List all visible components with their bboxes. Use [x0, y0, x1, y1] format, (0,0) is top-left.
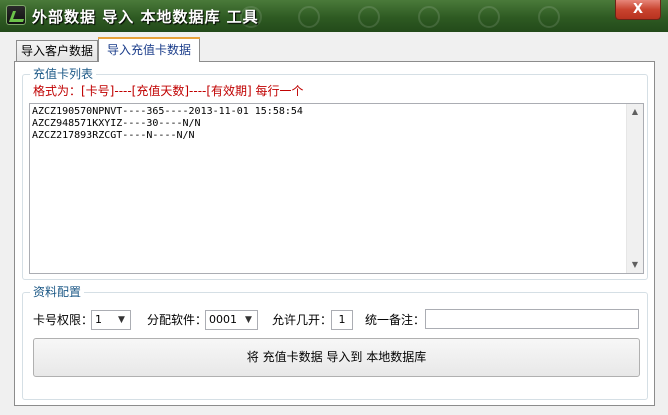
card-list-legend: 充值卡列表	[30, 67, 97, 81]
decor-circle	[418, 6, 440, 28]
format-hint: 格式为：[卡号]----[充值天数]----[有效期] 每行一个	[33, 84, 304, 98]
allow-open-label: 允许几开：	[272, 313, 333, 327]
card-permission-value: 1	[95, 313, 102, 326]
close-icon: X	[632, 2, 644, 17]
decor-circle	[478, 6, 500, 28]
import-button[interactable]: 将 充值卡数据 导入到 本地数据库	[33, 338, 640, 377]
scroll-up-icon[interactable]: ▲	[627, 104, 643, 120]
decor-circle	[358, 6, 380, 28]
remark-label: 统一备注：	[365, 313, 426, 327]
scroll-down-icon[interactable]: ▼	[627, 257, 643, 273]
app-logo-icon	[6, 5, 26, 25]
decor-circle	[538, 6, 560, 28]
software-value: 0001	[209, 313, 237, 326]
card-list-content[interactable]: AZCZ190570NPNVT----365----2013-11-01 15:…	[32, 106, 625, 271]
chevron-down-icon: ▼	[245, 315, 252, 325]
remark-input[interactable]	[425, 309, 639, 329]
software-label: 分配软件：	[147, 313, 208, 327]
allow-open-input[interactable]: 1	[331, 310, 353, 330]
decor-circle	[298, 6, 320, 28]
tab-import-customer[interactable]: 导入客户数据	[16, 40, 98, 62]
card-permission-select[interactable]: 1 ▼	[91, 310, 131, 330]
software-select[interactable]: 0001 ▼	[205, 310, 258, 330]
tab-import-card[interactable]: 导入充值卡数据	[98, 37, 200, 62]
config-legend: 资料配置	[30, 285, 85, 299]
chevron-down-icon: ▼	[118, 315, 125, 325]
card-list-textarea[interactable]: AZCZ190570NPNVT----365----2013-11-01 15:…	[29, 103, 644, 274]
close-button[interactable]: X	[615, 0, 661, 20]
title-bar: 外部数据 导入 本地数据库 工具	[0, 0, 668, 32]
window-title: 外部数据 导入 本地数据库 工具	[32, 8, 259, 26]
card-permission-label: 卡号权限：	[33, 313, 94, 327]
vertical-scrollbar[interactable]: ▲ ▼	[626, 104, 643, 273]
